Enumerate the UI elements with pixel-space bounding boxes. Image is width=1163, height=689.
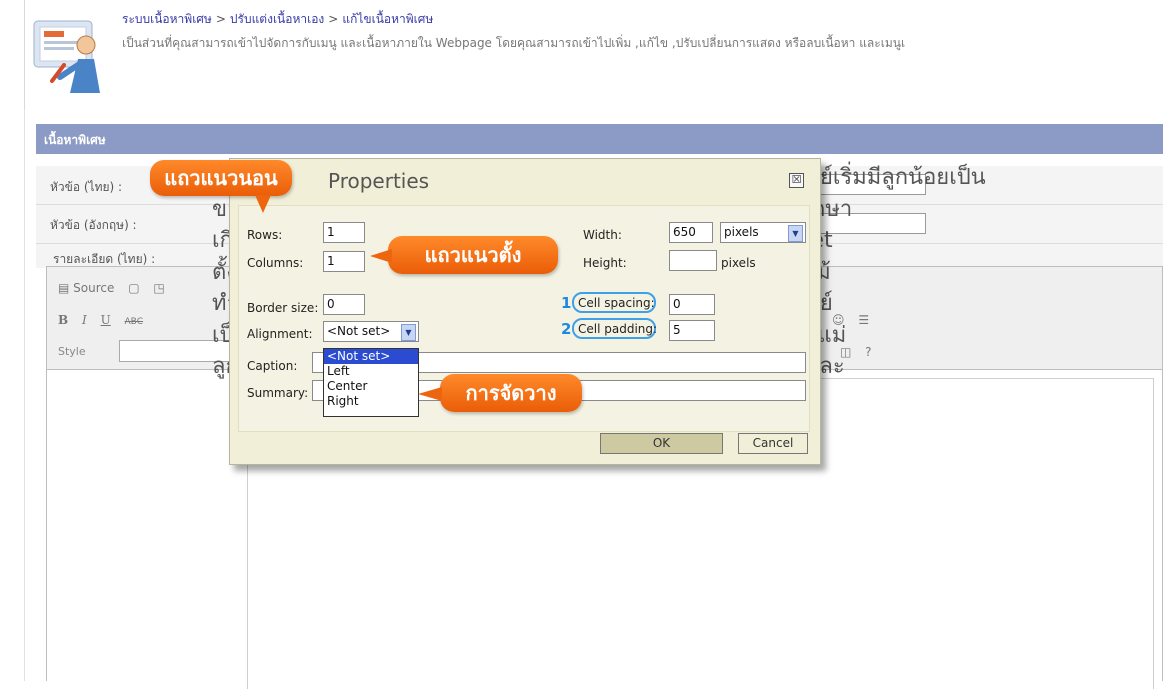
height-label: Height: [583, 256, 627, 270]
cell-spacing-input[interactable]: 0 [669, 294, 715, 315]
page-header: ระบบเนื้อหาพิเศษ > ปรับแต่งเนื้อหาเอง > แก้ไ… [0, 0, 1163, 110]
new-page-icon[interactable]: ▢ [123, 277, 144, 299]
callout-pointer [370, 249, 392, 263]
source-icon: ▤ [58, 281, 70, 295]
spacing-number-marker: 1 [561, 294, 572, 312]
toolbar-row-3: Style [53, 341, 91, 365]
source-label: Source [73, 281, 115, 295]
alignment-value: <Not set> [327, 324, 391, 338]
rows-input[interactable]: 1 [323, 222, 365, 243]
header-description: เป็นส่วนที่คุณสามารถเข้าไปจัดการกับเมนู … [122, 36, 906, 50]
chevron-down-icon: ▼ [401, 324, 416, 341]
columns-callout: แถวแนวตั้ง [388, 236, 558, 274]
rows-callout: แถวแนวนอน [150, 160, 292, 196]
columns-input[interactable]: 1 [323, 251, 365, 272]
bold-icon[interactable]: B [53, 309, 73, 331]
dialog-footer: OK Cancel [238, 431, 808, 457]
height-unit-label: pixels [721, 256, 756, 270]
width-unit-select[interactable]: pixels ▼ [720, 222, 806, 243]
rows-label: Rows: [247, 228, 283, 242]
style-label: Style [58, 345, 86, 358]
breadcrumb-separator: > [328, 12, 339, 26]
cell-spacing-label: Cell spacing: [578, 296, 655, 310]
border-size-label: Border size: [247, 301, 319, 315]
breadcrumb-separator: > [215, 12, 226, 26]
callout-pointer [255, 195, 271, 213]
source-button[interactable]: ▤ Source [53, 277, 119, 299]
alignment-option[interactable]: Left [324, 364, 418, 379]
table-properties-dialog: Properties ☒ Rows: 1 Columns: 1 Width: 6… [229, 158, 821, 465]
content-editor-logo-icon [33, 20, 100, 93]
breadcrumb-item[interactable]: ปรับแต่งเนื้อหาเอง [230, 12, 324, 26]
panel-title: เนื้อหาพิเศษ [36, 124, 1163, 154]
alignment-dropdown-list: <Not set> Left Center Right [323, 348, 419, 417]
padding-number-marker: 2 [561, 320, 572, 338]
callout-pointer [418, 387, 442, 401]
width-label: Width: [583, 228, 622, 242]
alignment-callout: การจัดวาง [440, 374, 582, 412]
close-icon[interactable]: ☒ [789, 173, 804, 188]
caption-label: Caption: [247, 359, 298, 373]
border-size-input[interactable]: 0 [323, 294, 365, 315]
underline-icon[interactable]: U [96, 309, 116, 331]
toolbar-row-1: ▤ Source ▢ ◳ [53, 277, 170, 301]
cancel-button[interactable]: Cancel [738, 433, 808, 454]
preview-icon[interactable]: ◳ [148, 277, 169, 299]
breadcrumb-item[interactable]: ระบบเนื้อหาพิเศษ [122, 12, 212, 26]
ok-button[interactable]: OK [600, 433, 723, 454]
breadcrumb: ระบบเนื้อหาพิเศษ > ปรับแต่งเนื้อหาเอง > แก้ไ… [122, 10, 433, 29]
summary-label: Summary: [247, 386, 309, 400]
width-unit-value: pixels [724, 225, 759, 239]
alignment-label: Alignment: [247, 327, 313, 341]
columns-label: Columns: [247, 256, 304, 270]
dialog-title: Properties [328, 169, 430, 193]
alignment-option[interactable]: <Not set> [324, 349, 418, 364]
field-label-title-en: หัวข้อ (อังกฤษ) : [50, 218, 137, 232]
divider [24, 110, 25, 681]
toolbar-row-2: B I U ABC [53, 309, 148, 333]
height-input[interactable] [669, 250, 717, 271]
chevron-down-icon: ▼ [788, 225, 803, 242]
cell-padding-input[interactable]: 5 [669, 320, 715, 341]
italic-icon[interactable]: I [77, 309, 92, 331]
alignment-option[interactable]: Center [324, 379, 418, 394]
breadcrumb-item[interactable]: แก้ไขเนื้อหาพิเศษ [342, 12, 433, 26]
width-input[interactable]: 650 [669, 222, 713, 243]
field-label-title-th: หัวข้อ (ไทย) : [50, 180, 123, 194]
alignment-option[interactable]: Right [324, 394, 418, 409]
cell-padding-label: Cell padding: [578, 322, 658, 336]
alignment-select[interactable]: <Not set> ▼ [323, 321, 419, 342]
strikethrough-icon[interactable]: ABC [120, 311, 148, 333]
